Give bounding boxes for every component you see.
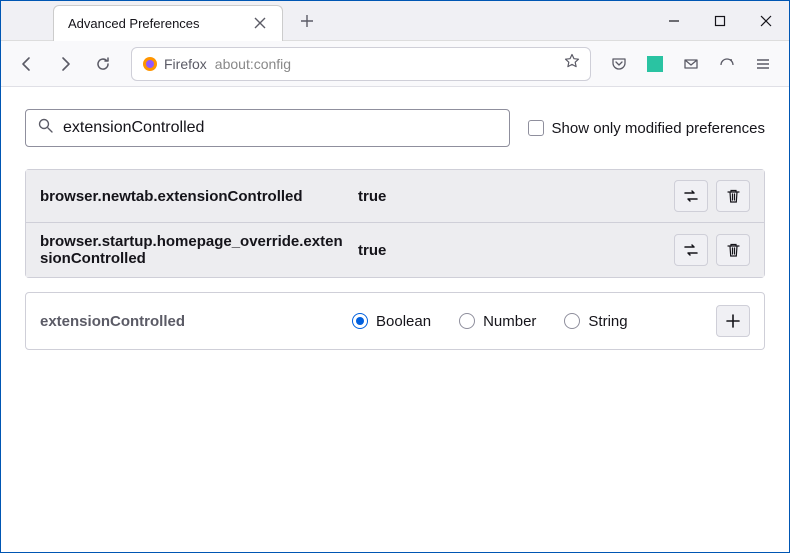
close-window-button[interactable] bbox=[743, 1, 789, 41]
search-icon bbox=[38, 118, 53, 138]
account-icon[interactable] bbox=[711, 48, 743, 80]
tab-title: Advanced Preferences bbox=[68, 16, 252, 31]
add-button[interactable] bbox=[716, 305, 750, 337]
checkbox-icon bbox=[528, 120, 544, 136]
pref-row[interactable]: browser.startup.homepage_override.extens… bbox=[26, 222, 764, 277]
toggle-button[interactable] bbox=[674, 180, 708, 212]
mail-icon[interactable] bbox=[675, 48, 707, 80]
radio-icon bbox=[352, 313, 368, 329]
browser-tab[interactable]: Advanced Preferences bbox=[53, 5, 283, 41]
minimize-button[interactable] bbox=[651, 1, 697, 41]
about-config-content: Show only modified preferences browser.n… bbox=[1, 87, 789, 372]
url-bar[interactable]: Firefox about:config bbox=[131, 47, 591, 81]
radio-label: Number bbox=[483, 313, 536, 330]
radio-icon bbox=[564, 313, 580, 329]
bookmark-star-icon[interactable] bbox=[564, 53, 580, 74]
pref-name: browser.newtab.extensionControlled bbox=[40, 188, 350, 205]
window-controls bbox=[651, 1, 789, 41]
radio-label: String bbox=[588, 313, 627, 330]
reload-button[interactable] bbox=[87, 48, 119, 80]
add-preference-row: extensionControlled Boolean Number Strin… bbox=[25, 292, 765, 350]
search-input[interactable] bbox=[63, 119, 497, 137]
pref-row[interactable]: browser.newtab.extensionControlled true bbox=[26, 170, 764, 222]
radio-label: Boolean bbox=[376, 313, 431, 330]
radio-boolean[interactable]: Boolean bbox=[352, 313, 431, 330]
pref-value: true bbox=[350, 242, 674, 259]
back-button[interactable] bbox=[11, 48, 43, 80]
radio-icon bbox=[459, 313, 475, 329]
menu-button[interactable] bbox=[747, 48, 779, 80]
pref-value: true bbox=[350, 188, 674, 205]
show-modified-checkbox[interactable]: Show only modified preferences bbox=[528, 120, 765, 137]
firefox-logo-icon bbox=[142, 56, 158, 72]
url-text: about:config bbox=[215, 56, 291, 72]
pref-row-actions bbox=[674, 234, 750, 266]
close-tab-icon[interactable] bbox=[252, 15, 268, 31]
add-pref-name: extensionControlled bbox=[40, 313, 350, 330]
type-radio-group: Boolean Number String bbox=[350, 313, 716, 330]
identity-label: Firefox bbox=[164, 56, 207, 72]
radio-string[interactable]: String bbox=[564, 313, 627, 330]
new-tab-button[interactable] bbox=[291, 5, 323, 37]
checkbox-label: Show only modified preferences bbox=[552, 120, 765, 137]
titlebar: Advanced Preferences bbox=[1, 1, 789, 41]
pref-row-actions bbox=[674, 180, 750, 212]
radio-number[interactable]: Number bbox=[459, 313, 536, 330]
identity-box[interactable]: Firefox bbox=[142, 56, 207, 72]
delete-button[interactable] bbox=[716, 234, 750, 266]
navigation-toolbar: Firefox about:config bbox=[1, 41, 789, 87]
pref-name: browser.startup.homepage_override.extens… bbox=[40, 233, 350, 267]
pocket-icon[interactable] bbox=[603, 48, 635, 80]
maximize-button[interactable] bbox=[697, 1, 743, 41]
toolbar-actions bbox=[603, 48, 779, 80]
extension-icon[interactable] bbox=[639, 48, 671, 80]
search-box[interactable] bbox=[25, 109, 510, 147]
forward-button[interactable] bbox=[49, 48, 81, 80]
preferences-list: browser.newtab.extensionControlled true … bbox=[25, 169, 765, 278]
delete-button[interactable] bbox=[716, 180, 750, 212]
toggle-button[interactable] bbox=[674, 234, 708, 266]
search-row: Show only modified preferences bbox=[25, 109, 765, 147]
